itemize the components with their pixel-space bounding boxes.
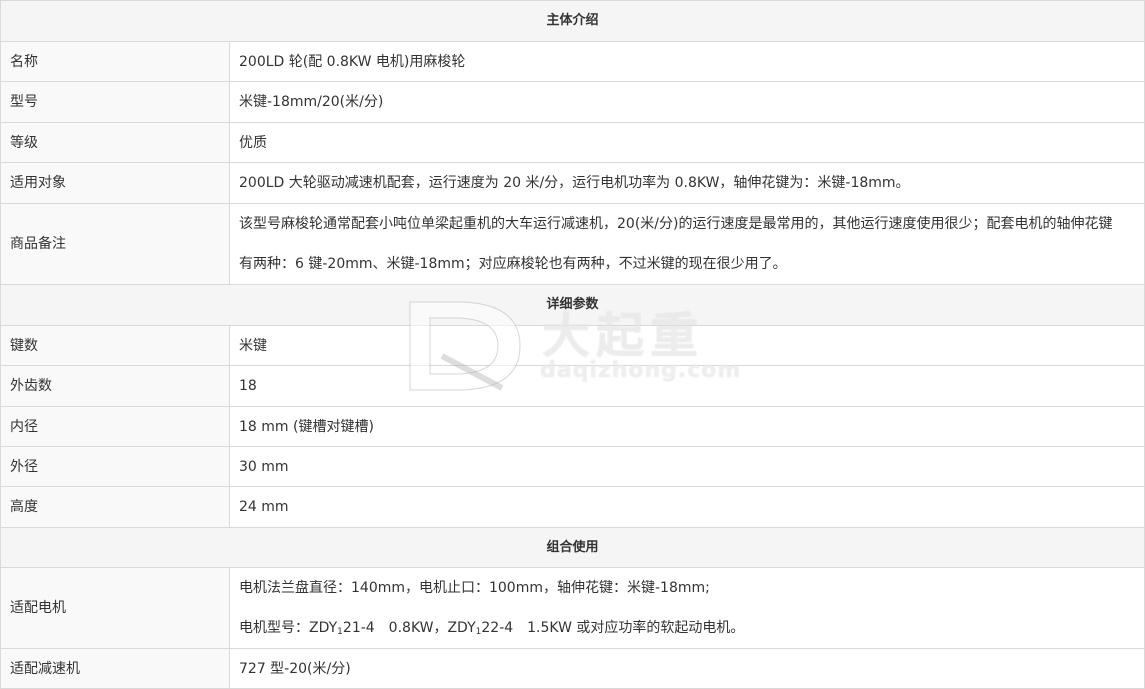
- row-label-reducer: 适配减速机: [0, 648, 230, 689]
- row-label-outer-diameter: 外径: [0, 446, 230, 487]
- remarks-line-2: 有两种：6 键-20mm、米键-18mm；对应麻梭轮也有两种，不过米键的现在很少…: [239, 256, 787, 272]
- spec-table: 主体介绍 名称 200LD 轮(配 0.8KW 电机)用麻梭轮 型号 米键-18…: [0, 0, 1145, 689]
- row-label-teeth: 外齿数: [0, 365, 230, 407]
- row-value-inner-diameter: 18 mm (键槽对键槽): [229, 406, 1145, 447]
- row-value-model: 米键-18mm/20(米/分): [229, 81, 1145, 123]
- row-label-motor: 适配电机: [0, 567, 230, 649]
- table-row: 外径 30 mm: [0, 446, 1145, 487]
- section-header-intro: 主体介绍: [0, 0, 1145, 42]
- table-row: 型号 米键-18mm/20(米/分): [0, 81, 1145, 123]
- row-value-outer-diameter: 30 mm: [229, 446, 1145, 487]
- table-row: 内径 18 mm (键槽对键槽): [0, 406, 1145, 447]
- table-row: 等级 优质: [0, 122, 1145, 163]
- section-header-combo: 组合使用: [0, 527, 1145, 568]
- table-row: 键数 米键: [0, 325, 1145, 366]
- row-label-keys: 键数: [0, 325, 230, 366]
- row-value-keys: 米键: [229, 325, 1145, 366]
- row-value-motor: 电机法兰盘直径：140mm，电机止口：100mm，轴伸花键：米键-18mm; 电…: [229, 567, 1145, 649]
- table-row: 商品备注 该型号麻梭轮通常配套小吨位单梁起重机的大车运行减速机，20(米/分)的…: [0, 203, 1145, 285]
- motor-line-2: 电机型号：ZDY121-4 0.8KW，ZDY122-4 1.5KW 或对应功率…: [239, 620, 745, 637]
- row-label-height: 高度: [0, 486, 230, 528]
- row-label-applicable: 适用对象: [0, 162, 230, 204]
- row-label-remarks: 商品备注: [0, 203, 230, 285]
- row-label-inner-diameter: 内径: [0, 406, 230, 447]
- section-title-detail: 详细参数: [0, 284, 1145, 326]
- row-value-reducer: 727 型-20(米/分): [229, 648, 1145, 689]
- remarks-line-1: 该型号麻梭轮通常配套小吨位单梁起重机的大车运行减速机，20(米/分)的运行速度是…: [239, 216, 1113, 232]
- row-value-height: 24 mm: [229, 486, 1145, 528]
- row-label-grade: 等级: [0, 122, 230, 163]
- table-row: 高度 24 mm: [0, 486, 1145, 528]
- section-title-intro: 主体介绍: [0, 0, 1145, 42]
- row-value-remarks: 该型号麻梭轮通常配套小吨位单梁起重机的大车运行减速机，20(米/分)的运行速度是…: [229, 203, 1145, 285]
- row-label-model: 型号: [0, 81, 230, 123]
- table-row: 适用对象 200LD 大轮驱动减速机配套，运行速度为 20 米/分，运行电机功率…: [0, 162, 1145, 204]
- motor-line-1: 电机法兰盘直径：140mm，电机止口：100mm，轴伸花键：米键-18mm;: [239, 580, 710, 596]
- row-value-teeth: 18: [229, 365, 1145, 407]
- section-title-combo: 组合使用: [0, 527, 1145, 568]
- table-row: 适配减速机 727 型-20(米/分): [0, 648, 1145, 689]
- row-value-applicable: 200LD 大轮驱动减速机配套，运行速度为 20 米/分，运行电机功率为 0.8…: [229, 162, 1145, 204]
- row-value-name: 200LD 轮(配 0.8KW 电机)用麻梭轮: [229, 41, 1145, 82]
- table-row: 适配电机 电机法兰盘直径：140mm，电机止口：100mm，轴伸花键：米键-18…: [0, 567, 1145, 649]
- row-label-name: 名称: [0, 41, 230, 82]
- row-value-grade: 优质: [229, 122, 1145, 163]
- section-header-detail: 详细参数: [0, 284, 1145, 326]
- table-row: 名称 200LD 轮(配 0.8KW 电机)用麻梭轮: [0, 41, 1145, 82]
- table-row: 外齿数 18: [0, 365, 1145, 407]
